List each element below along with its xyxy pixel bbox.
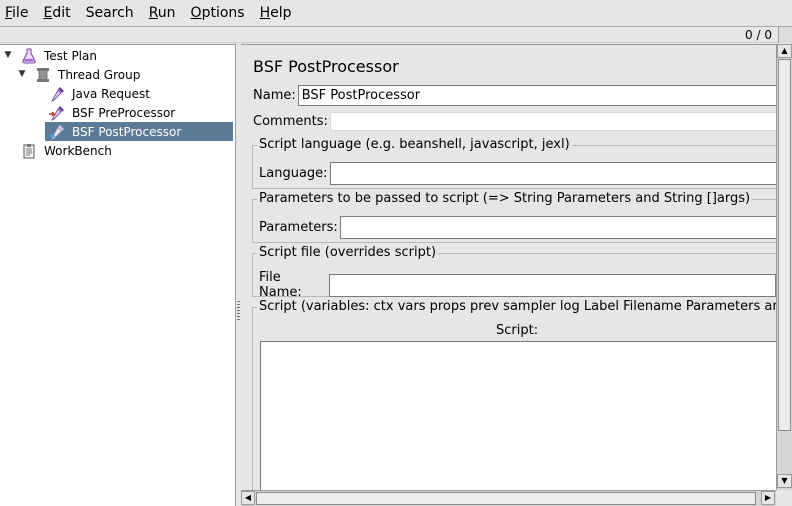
- script-file-title: Script file (overrides script): [257, 245, 439, 260]
- name-row: Name: BSF PostProcessor: [253, 85, 776, 106]
- tree-node-java-request[interactable]: Java Request: [49, 84, 153, 103]
- pipette-icon: [51, 86, 64, 102]
- editor-panel: BSF PostProcessor Name: BSF PostProcesso…: [241, 44, 776, 490]
- scroll-up-icon[interactable]: ▲: [777, 44, 792, 58]
- parameters-label: Parameters:: [259, 220, 338, 235]
- scroll-right-icon[interactable]: ▶: [761, 491, 775, 505]
- script-textarea[interactable]: [260, 341, 776, 490]
- menu-options[interactable]: Options: [189, 5, 247, 21]
- parameters-field[interactable]: [339, 216, 776, 239]
- parameters-row: Parameters:: [259, 216, 776, 239]
- scroll-corner: [776, 490, 792, 506]
- menu-bar: File Edit Search Run Options Help: [0, 0, 792, 27]
- menu-edit[interactable]: Edit: [41, 5, 72, 21]
- menu-help[interactable]: Help: [258, 5, 294, 21]
- collapse-toggle-icon[interactable]: ▼: [3, 50, 13, 60]
- collapse-toggle-icon[interactable]: ▼: [17, 69, 27, 79]
- comments-row: Comments:: [253, 112, 776, 131]
- pipette-arrow-icon: [49, 124, 64, 140]
- test-plan-tree: ▼ Test Plan ▼ Thread Group Java Request: [0, 44, 236, 506]
- file-name-label: File Name:: [259, 270, 302, 300]
- parameters-title: Parameters to be passed to script (=> St…: [257, 191, 753, 206]
- language-label: Language:: [259, 166, 328, 181]
- horizontal-scrollbar[interactable]: ◀ ▶: [241, 490, 776, 506]
- comments-label: Comments:: [253, 114, 328, 129]
- file-name-row: File Name:: [259, 270, 776, 300]
- pipette-arrow-icon: [49, 105, 64, 121]
- tree-node-bsf-preprocessor[interactable]: BSF PreProcessor: [49, 103, 178, 122]
- script-language-title: Script language (e.g. beanshell, javascr…: [257, 137, 572, 152]
- status-scroll-stub: [778, 27, 792, 43]
- script-label: Script:: [496, 323, 539, 338]
- spool-icon: [37, 67, 49, 82]
- horizontal-scroll-thumb[interactable]: [256, 492, 756, 505]
- file-name-field[interactable]: [329, 273, 776, 297]
- status-bar: 0 / 0: [0, 27, 792, 43]
- flask-icon: [22, 48, 36, 63]
- name-field[interactable]: BSF PostProcessor: [297, 85, 776, 106]
- language-field[interactable]: [329, 162, 776, 185]
- drag-grip-icon: [237, 301, 240, 321]
- tree-node-thread-group[interactable]: Thread Group: [35, 65, 143, 84]
- tree-node-test-plan[interactable]: Test Plan: [21, 46, 100, 65]
- page-title: BSF PostProcessor: [253, 57, 399, 76]
- script-group-title: Script (variables: ctx vars props prev s…: [257, 299, 776, 314]
- tree-node-workbench[interactable]: WorkBench: [21, 141, 115, 160]
- menu-search[interactable]: Search: [84, 5, 136, 21]
- clipboard-icon: [23, 143, 35, 158]
- thread-counter: 0 / 0: [745, 28, 772, 42]
- name-label: Name:: [253, 88, 296, 103]
- scroll-left-icon[interactable]: ◀: [241, 491, 255, 505]
- vertical-scroll-thumb[interactable]: [778, 59, 791, 431]
- comments-field[interactable]: [329, 112, 776, 131]
- vertical-scrollbar[interactable]: ▲ ▼: [776, 44, 792, 490]
- menu-file[interactable]: File: [3, 5, 30, 21]
- language-row: Language:: [259, 162, 776, 185]
- scroll-down-icon[interactable]: ▼: [777, 474, 792, 488]
- menu-run[interactable]: Run: [147, 5, 178, 21]
- tree-node-bsf-postprocessor[interactable]: BSF PostProcessor: [45, 122, 233, 141]
